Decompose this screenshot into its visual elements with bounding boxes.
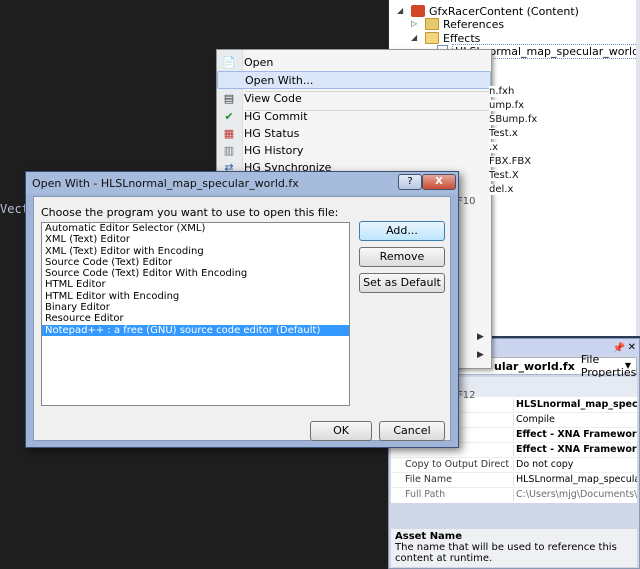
tree-item-partial[interactable]: Test.x [489,128,518,139]
program-item[interactable]: Binary Editor [42,302,349,313]
row-divider [391,472,637,473]
hg-status-icon: ▦ [223,127,235,140]
shortcut-f12: F12 [457,390,476,401]
set-as-default-button[interactable]: Set as Default [359,273,445,293]
property-value: HLSLnormal_map_specular_wor [513,474,637,486]
description-text: The name that will be used to reference … [395,542,617,564]
menu-item-hg-history[interactable]: ▥ HG History [217,142,491,160]
tree-item-partial[interactable]: Test.X [489,170,519,181]
shortcut-f10: F10 [457,196,476,207]
menu-item-view-code[interactable]: ▤ View Code [217,90,491,108]
tree-item-partial[interactable]: n.fxh [489,86,515,97]
property-name: Full Path [405,489,446,500]
menu-item-label: HG Status [244,127,300,140]
property-row[interactable]: File Name HLSLnormal_map_specular_wor [391,474,637,486]
menu-item-hg-commit[interactable]: ✔ HG Commit [217,108,491,126]
tree-item-partial[interactable]: FBX.FBX [489,156,532,167]
row-divider [391,487,637,488]
property-name: Copy to Output Directory [405,459,509,470]
open-with-dialog: Open With - HLSLnormal_map_specular_worl… [25,171,459,448]
property-value: C:\Users\mjg\Documents\Visu [513,489,637,501]
property-value: Effect - XNA Framework [513,429,637,441]
cancel-button[interactable]: Cancel [379,421,445,441]
menu-item-label: HG Commit [244,110,308,123]
open-icon: 📄 [222,56,236,69]
menu-item-label: HG History [244,144,304,157]
dialog-body: Choose the program you want to use to op… [33,196,451,441]
menu-item-hg-status[interactable]: ▦ HG Status [217,125,491,143]
scrollbar[interactable] [636,0,640,336]
folder-icon [425,18,439,30]
tree-item-partial[interactable]: ump.fx [489,100,525,111]
ok-button[interactable]: OK [310,421,372,441]
program-item[interactable]: HTML Editor [42,279,349,290]
program-item[interactable]: XML (Text) Editor with Encoding [42,246,349,257]
collapse-triangle-icon[interactable]: ◢ [411,34,419,42]
program-item-selected[interactable]: Notepad++ : a free (GNU) source code edi… [42,324,349,336]
dialog-title: Open With - HLSLnormal_map_specular_worl… [32,177,299,190]
submenu-arrow-icon: ▶ [477,350,484,360]
chevron-down-icon[interactable]: ▼ [621,359,635,373]
program-item[interactable]: Automatic Editor Selector (XML) [42,223,349,234]
tree-item-label: References [443,17,505,31]
remove-button[interactable]: Remove [359,247,445,267]
submenu-arrow-icon: ▶ [477,332,484,342]
property-row[interactable]: Copy to Output Directory Do not copy [391,459,637,471]
description-title: Asset Name [395,531,463,542]
property-row[interactable]: Full Path C:\Users\mjg\Documents\Visu [391,489,637,501]
close-button[interactable]: X [422,174,456,190]
program-item[interactable]: Source Code (Text) Editor With Encoding [42,268,349,279]
property-value: Effect - XNA Framework [513,444,637,456]
menu-item-label: Open With... [245,74,314,87]
hg-commit-icon: ✔ [224,110,234,123]
collapse-triangle-icon[interactable]: ◢ [397,7,405,15]
row-divider [391,457,637,458]
program-item[interactable]: HTML Editor with Encoding [42,291,349,302]
dialog-title-bar[interactable]: Open With - HLSLnormal_map_specular_worl… [26,172,458,194]
tree-item-partial[interactable]: SBump.fx [489,114,538,125]
tree-item-partial[interactable]: .x [489,142,499,153]
expand-triangle-icon[interactable]: ▷ [411,20,419,28]
menu-item-label: Open [244,56,274,69]
property-name: File Name [405,474,452,485]
property-value: Compile [513,414,637,426]
dialog-prompt: Choose the program you want to use to op… [41,206,339,219]
property-description: Asset Name The name that will be used to… [391,529,637,567]
program-item[interactable]: Resource Editor [42,313,349,324]
view-code-icon: ▤ [223,92,235,105]
program-list[interactable]: Automatic Editor Selector (XML) XML (Tex… [41,222,350,406]
help-button[interactable]: ? [398,174,422,190]
program-item[interactable]: Source Code (Text) Editor [42,257,349,268]
menu-item-open-with[interactable]: Open With... [217,71,491,89]
property-value: HLSLnormal_map_specular_wor [513,399,637,411]
hg-history-icon: ▥ [223,144,235,157]
tree-item-partial[interactable]: del.x [489,184,514,195]
property-value: Do not copy [513,459,637,471]
program-item[interactable]: XML (Text) Editor [42,234,349,245]
add-button[interactable]: Add... [359,221,445,241]
menu-item-label: View Code [244,92,302,105]
menu-item-open[interactable]: 📄 Open [217,54,491,72]
